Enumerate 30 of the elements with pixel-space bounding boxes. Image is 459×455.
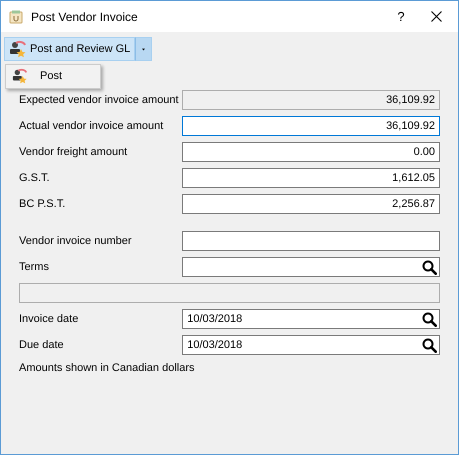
- field-label: Due date: [19, 338, 65, 353]
- app-icon: [9, 10, 23, 24]
- input-field: 36,109.92: [182, 90, 440, 110]
- field-label: Vendor freight amount: [19, 144, 128, 160]
- menu-item[interactable]: Post: [8, 67, 66, 86]
- close-icon[interactable]: [431, 11, 442, 22]
- field-label: Expected vendor invoice amount: [19, 92, 180, 108]
- search-icon[interactable]: [422, 260, 437, 274]
- input-field[interactable]: 10/03/2018: [182, 335, 440, 355]
- search-icon[interactable]: [422, 312, 437, 326]
- field-label: Invoice date: [19, 312, 80, 327]
- field-label: BC P.S.T.: [19, 196, 66, 212]
- stamp-icon: [9, 40, 27, 58]
- stamp-icon: [12, 68, 28, 84]
- input-field[interactable]: 2,256.87: [182, 194, 440, 214]
- help-button[interactable]: ?: [387, 6, 415, 26]
- field-label: G.S.T.: [19, 170, 51, 186]
- post-review-button[interactable]: Post and Review GL: [4, 37, 136, 61]
- field-label: Vendor invoice number: [19, 234, 133, 249]
- input-field[interactable]: 10/03/2018: [182, 309, 440, 329]
- search-icon[interactable]: [422, 338, 437, 352]
- input-field[interactable]: 0.00: [182, 142, 440, 162]
- note-text: Amounts shown in Canadian dollars: [19, 361, 196, 376]
- input-field[interactable]: [182, 257, 440, 277]
- input-field[interactable]: 1,612.05: [182, 168, 440, 188]
- input-field[interactable]: [182, 231, 440, 251]
- input-field[interactable]: 36,109.92: [182, 116, 440, 136]
- window-title: Post Vendor Invoice: [31, 8, 139, 26]
- field-label: Actual vendor invoice amount: [19, 118, 164, 134]
- field-label: Terms: [19, 260, 50, 275]
